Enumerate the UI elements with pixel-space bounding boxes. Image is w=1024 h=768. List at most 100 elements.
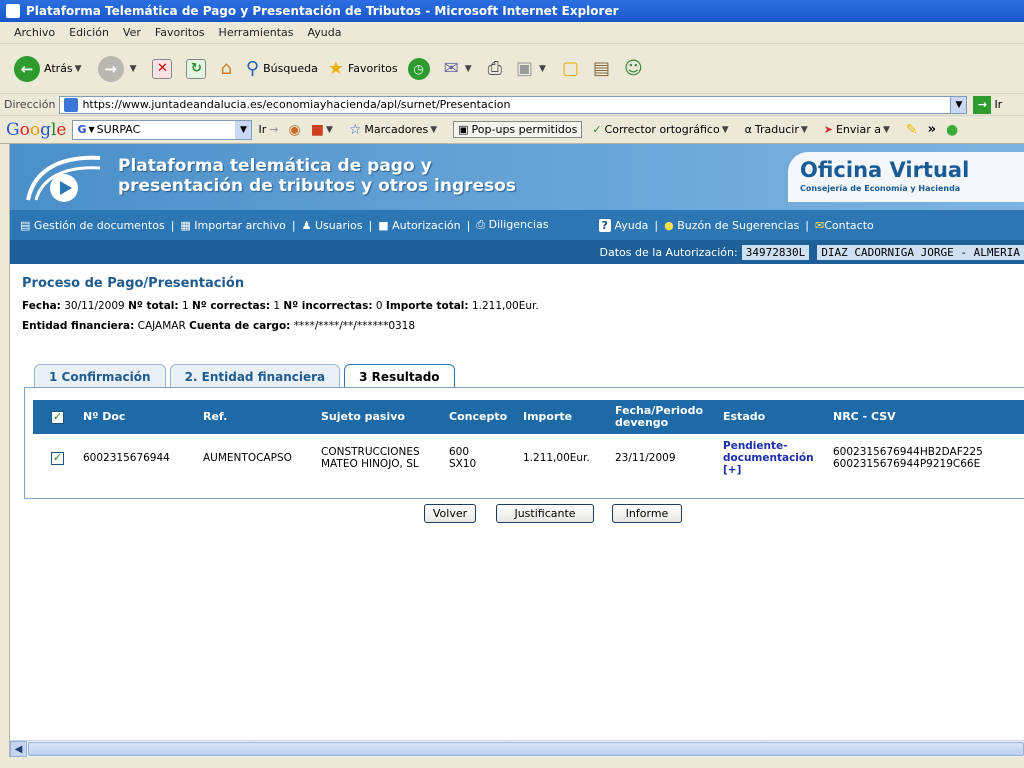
spellcheck-button[interactable]: ✓ Corrector ortográfico ▼ <box>592 123 734 136</box>
messenger-button[interactable]: ☺ <box>624 58 647 79</box>
more-button[interactable]: » <box>928 122 936 137</box>
informe-button[interactable]: Informe <box>612 504 682 523</box>
history-icon: ◷ <box>407 57 430 80</box>
process-tabs: 1 Confirmación 2. Entidad financiera 3 R… <box>34 364 459 388</box>
auth-id: 34972830L <box>741 244 810 260</box>
nav-autorizacion-label: Autorización <box>392 218 461 232</box>
back-button[interactable]: ← Atrás ▼ <box>14 55 88 82</box>
header-nrc: NRC - CSV <box>833 410 896 423</box>
scroll-left-icon[interactable]: ◀ <box>10 741 27 757</box>
popup-icon: ▣ <box>458 123 469 136</box>
google-go-label: Ir <box>258 123 267 136</box>
nav-diligencias-label: Diligencias <box>488 218 549 231</box>
edit-icon: ▣ <box>516 58 534 79</box>
cuenta-label: Cuenta de cargo: <box>189 320 291 332</box>
chevron-down-icon: ▼ <box>325 124 333 135</box>
blocked-popups-button[interactable]: ■ ▼ <box>311 122 339 138</box>
banner-title: Plataforma telemática de pago y presenta… <box>118 156 516 196</box>
send-icon: ➤ <box>823 123 833 136</box>
translate-button[interactable]: α Traducir ▼ <box>745 123 814 136</box>
nav-importar-archivo[interactable]: ▦ Importar archivo <box>180 219 286 232</box>
entidad-value: CAJAMAR <box>137 320 186 332</box>
print-button[interactable]: ⎙ <box>488 58 506 79</box>
refresh-button[interactable]: ↻ <box>186 58 210 79</box>
go-button[interactable]: → Ir <box>973 95 1003 114</box>
research-button[interactable]: ▤ <box>593 58 614 79</box>
main-nav: ▤ Gestión de documentos | ▦ Importar arc… <box>10 210 1024 240</box>
help-icon: ? <box>598 218 611 232</box>
importe-total-value: 1.211,00Eur. <box>471 300 539 312</box>
chevron-down-icon[interactable]: ▼ <box>130 64 137 74</box>
nav-ayuda[interactable]: ? Ayuda <box>598 218 648 232</box>
nav-gestion-documentos[interactable]: ▤ Gestión de documentos <box>20 219 165 232</box>
google-go-button[interactable]: Ir → <box>258 123 278 136</box>
history-button[interactable]: ◷ <box>407 57 434 80</box>
auth-name: DIAZ CADORNIGA JORGE - ALMERIA <box>817 244 1024 260</box>
header-concepto: Concepto <box>449 410 508 423</box>
menu-edicion[interactable]: Edición <box>69 26 109 39</box>
chevron-down-icon[interactable]: ▼ <box>465 64 472 74</box>
highlight-button[interactable]: ✎ <box>906 122 918 138</box>
pagerank-button[interactable]: ◉ <box>288 122 300 138</box>
header-fecha: Fecha/Periodo devengo <box>615 404 704 429</box>
chevron-down-icon[interactable]: ▼ <box>75 64 82 74</box>
go-label: Ir <box>994 98 1003 111</box>
nav-separator: | <box>368 218 373 232</box>
mail-button[interactable]: ✉ ▼ <box>444 58 478 79</box>
nav-usuarios[interactable]: ♟ Usuarios <box>302 219 363 232</box>
stop-button[interactable]: ✕ <box>152 58 176 79</box>
chevron-down-icon[interactable]: ▼ <box>235 120 252 139</box>
nav-buzon-label: Buzón de Sugerencias <box>677 218 800 232</box>
importe-total-label: Importe total: <box>385 300 469 312</box>
folder-button[interactable]: ▢ <box>562 58 583 79</box>
forward-button[interactable]: → ▼ <box>97 55 143 82</box>
estado-link[interactable]: Pendiente-documentación [+] <box>723 434 823 482</box>
google-search-input[interactable]: G ▼ SURPAC ▼ <box>72 119 253 140</box>
page-icon <box>64 97 79 112</box>
send-to-button[interactable]: ➤ Enviar a ▼ <box>824 123 896 136</box>
pagerank-icon: ◉ <box>288 121 301 138</box>
tab-entidad-financiera[interactable]: 2. Entidad financiera <box>169 364 341 388</box>
edit-button[interactable]: ▣ ▼ <box>516 58 552 79</box>
menu-favoritos[interactable]: Favoritos <box>155 26 205 39</box>
account-line: Entidad financiera: CAJAMAR Cuenta de ca… <box>22 320 415 332</box>
horizontal-scrollbar[interactable]: ◀ <box>10 740 1024 757</box>
address-input[interactable]: https://www.juntadeandalucia.es/economia… <box>59 95 968 114</box>
justificante-button[interactable]: Justificante <box>496 504 594 523</box>
chevron-down-icon[interactable]: ▼ <box>950 96 967 113</box>
menu-ver[interactable]: Ver <box>123 26 141 39</box>
cell-doc: 6002315676944 <box>83 452 170 464</box>
correctas-value: 1 <box>273 300 281 312</box>
highlighter-icon: ✎ <box>905 121 918 138</box>
address-label: Dirección <box>4 98 56 111</box>
envelope-icon: ✉ <box>815 218 825 232</box>
chevron-down-icon: ▼ <box>430 124 438 135</box>
home-button[interactable]: ⌂ <box>220 58 235 79</box>
popups-allowed-button[interactable]: ▣ Pop-ups permitidos <box>453 121 583 138</box>
window-left-border <box>0 144 10 768</box>
window-bottom-border <box>0 757 1024 768</box>
row-checkbox[interactable]: ✓ <box>51 434 64 482</box>
nav-gestion-documentos-label: Gestión de documentos <box>33 218 165 232</box>
send-to-label: Enviar a <box>835 123 881 136</box>
volver-button[interactable]: Volver <box>424 504 476 523</box>
tab-confirmacion[interactable]: 1 Confirmación <box>34 364 166 388</box>
settings-button[interactable]: ● <box>946 122 958 138</box>
nav-buzon-sugerencias[interactable]: ● Buzón de Sugerencias <box>664 219 799 232</box>
select-all-checkbox[interactable]: ✓ <box>51 400 64 434</box>
menu-ayuda[interactable]: Ayuda <box>307 26 341 39</box>
nav-separator: | <box>805 218 810 232</box>
nav-diligencias[interactable]: ⎙ Diligencias <box>476 218 548 232</box>
scrollbar-thumb[interactable] <box>28 742 1024 756</box>
address-url: https://www.juntadeandalucia.es/economia… <box>82 98 511 111</box>
nav-autorizacion[interactable]: ■ Autorización <box>378 219 460 232</box>
nrc-line1: 6002315676944HB2DAF225 <box>833 446 983 458</box>
favorites-button[interactable]: ★ Favoritos <box>328 58 398 79</box>
search-button[interactable]: ⚲ Búsqueda <box>246 58 318 79</box>
menu-archivo[interactable]: Archivo <box>14 26 55 39</box>
tab-resultado[interactable]: 3 Resultado <box>344 364 455 388</box>
chevron-down-icon[interactable]: ▼ <box>539 64 546 74</box>
menu-herramientas[interactable]: Herramientas <box>219 26 294 39</box>
bookmarks-button[interactable]: ☆ Marcadores ▼ <box>349 122 443 138</box>
nav-contacto[interactable]: ✉Contacto <box>815 219 874 232</box>
